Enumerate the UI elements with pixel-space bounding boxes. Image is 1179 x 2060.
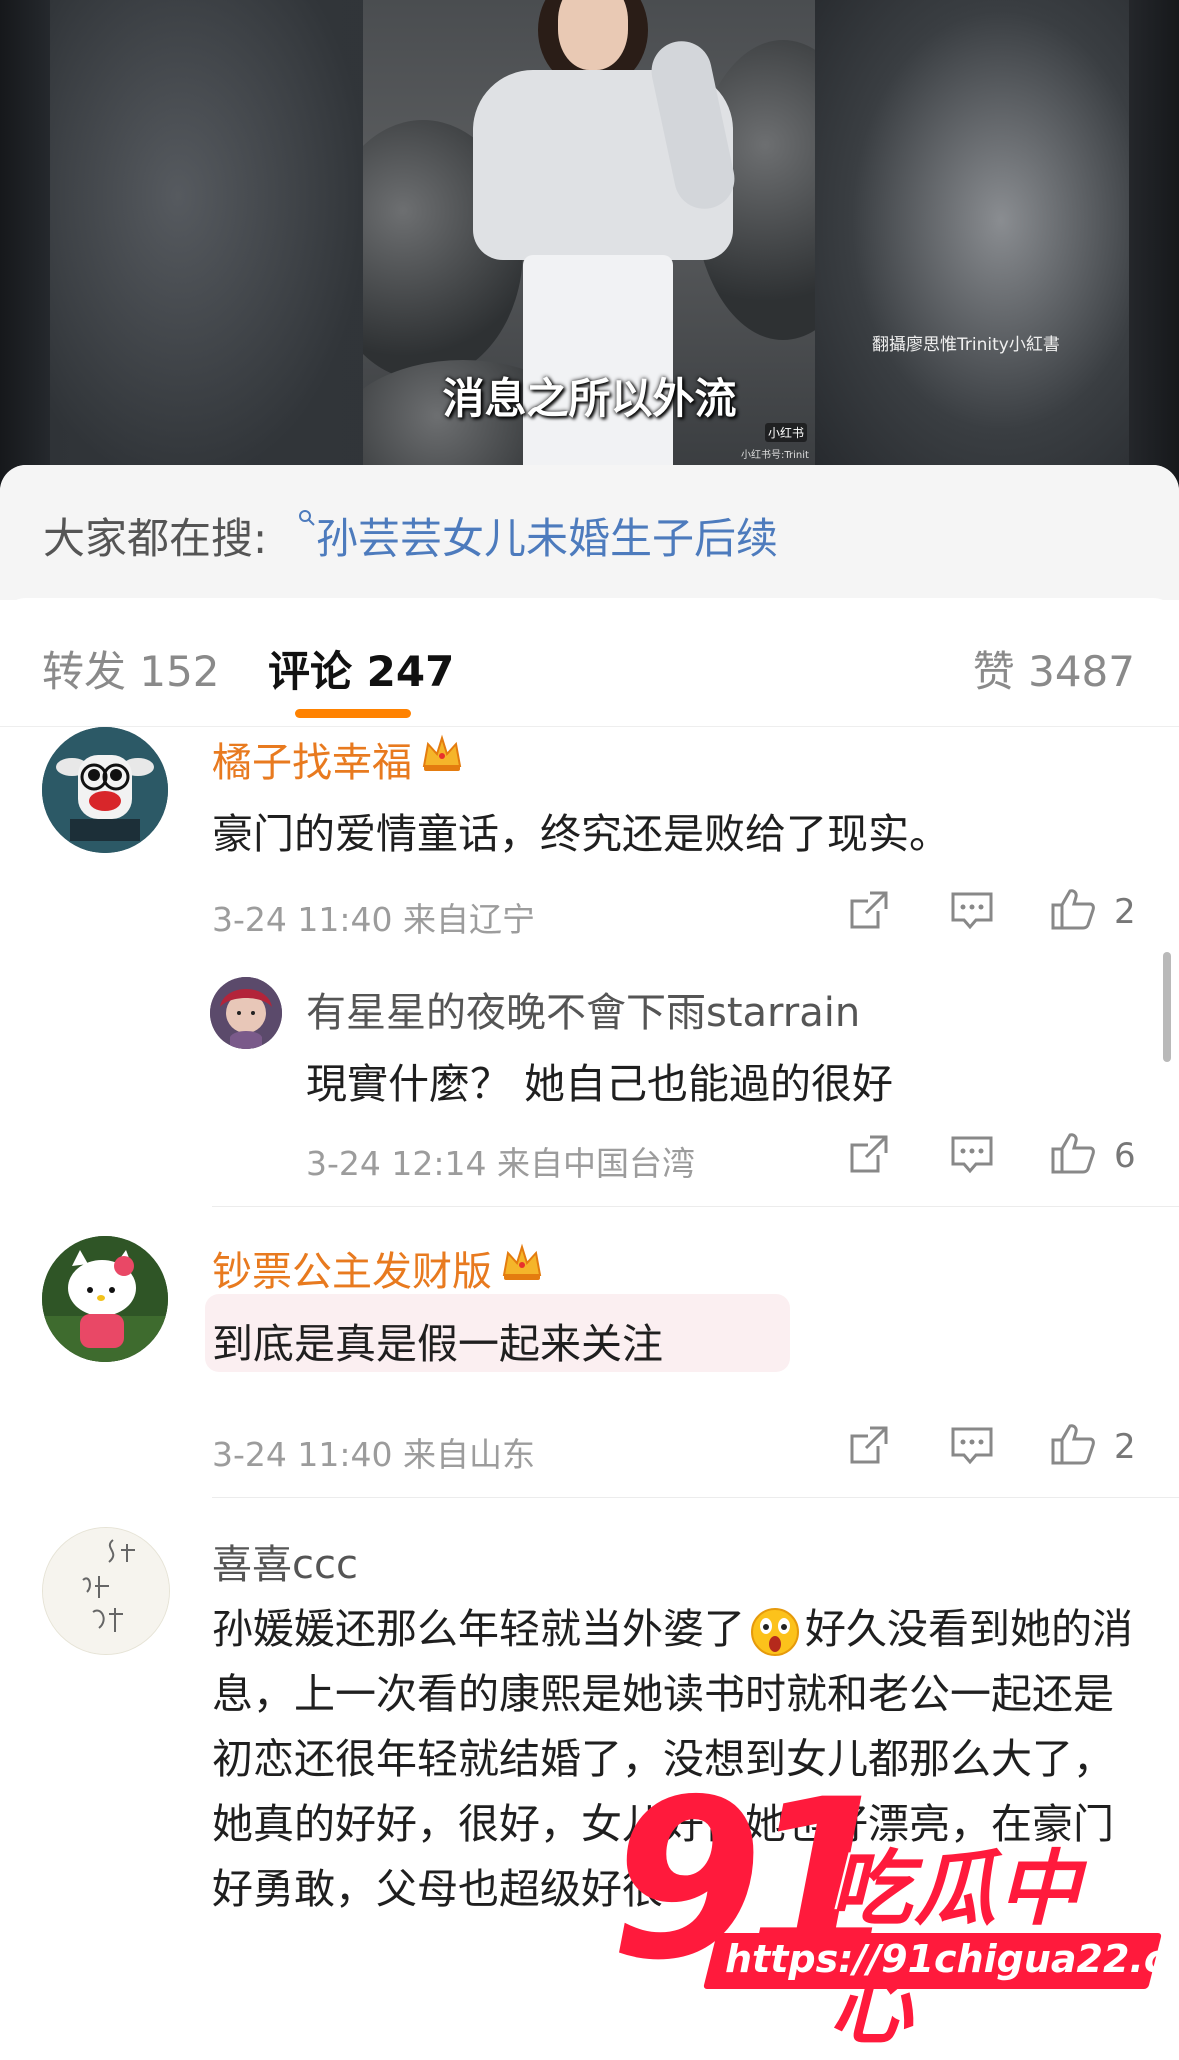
comment-icon[interactable] — [950, 1135, 994, 1175]
video-caption: 消息之所以外流 — [442, 374, 737, 423]
reply-username[interactable]: 有星星的夜晚不會下雨starrain — [306, 980, 860, 1038]
comment-text: 到底是真是假一起来关注 — [212, 1320, 663, 1368]
search-icon — [299, 510, 315, 526]
like-count: 2 — [1114, 1427, 1136, 1467]
comment-icon[interactable] — [950, 1426, 994, 1466]
username-text: 橘子找幸福 — [212, 740, 412, 786]
like-count: 6 — [1114, 1136, 1136, 1176]
tab-repost[interactable]: 转发 152 — [42, 638, 220, 699]
trending-search-label: 大家都在搜: — [43, 514, 268, 563]
crown-icon — [502, 1243, 542, 1280]
video-player[interactable]: 小红书 小红书号:Trinit 消息之所以外流 翻攝廖思惟Trinity小紅書 — [0, 0, 1179, 490]
scrollbar[interactable] — [1163, 952, 1171, 1062]
comment-text: 豪门的爱情童话，终究还是败给了现实。 — [212, 810, 950, 858]
avatar[interactable] — [42, 727, 168, 853]
trending-search-link[interactable]: 孙芸芸女儿未婚生子后续 — [298, 505, 778, 566]
divider — [212, 1206, 1179, 1207]
like-count: 2 — [1114, 892, 1136, 932]
trending-search-query: 孙芸芸女儿未婚生子后续 — [316, 514, 779, 563]
like-icon[interactable] — [1050, 887, 1096, 931]
reply-text: 現實什麼？ 她自己也能過的很好 — [306, 1060, 894, 1108]
share-icon[interactable] — [848, 889, 890, 931]
surprised-emoji-icon — [751, 1608, 799, 1656]
share-icon[interactable] — [848, 1133, 890, 1175]
reply-avatar[interactable] — [210, 977, 282, 1049]
username-text: 钞票公主发财版 — [212, 1249, 492, 1295]
comment-meta: 3-24 11:40 来自辽宁 — [212, 900, 535, 939]
xiaohongshu-id: 小红书号:Trinit — [741, 450, 809, 461]
site-watermark: 91 吃瓜中心 https://91chigua22.com — [600, 1770, 1179, 2056]
comment-username[interactable]: 橘子找幸福 — [212, 730, 464, 788]
share-icon[interactable] — [848, 1424, 890, 1466]
video-watermark: 翻攝廖思惟Trinity小紅書 — [872, 335, 1060, 355]
active-tab-indicator — [295, 709, 411, 718]
avatar[interactable] — [42, 1236, 168, 1362]
like-icon[interactable] — [1050, 1131, 1096, 1175]
comment-meta: 3-24 11:40 来自山东 — [212, 1435, 535, 1474]
watermark-url: https://91chigua22.com — [725, 1937, 1179, 1981]
comment-text-part: 好勇敢，父母也超级好很 — [212, 1865, 663, 1913]
tab-comments[interactable]: 评论 247 — [268, 638, 454, 699]
tab-likes[interactable]: 赞 3487 — [973, 638, 1135, 699]
comment-text-part: 孙媛媛还那么年轻就当外婆了 — [212, 1605, 745, 1653]
comment-username[interactable]: 钞票公主发财版 — [212, 1239, 544, 1297]
comment-username[interactable]: 喜喜ccc — [212, 1532, 358, 1590]
avatar[interactable] — [42, 1527, 170, 1655]
crown-icon — [422, 734, 462, 771]
reply-meta: 3-24 12:14 来自中国台湾 — [306, 1144, 695, 1183]
divider — [212, 1497, 1179, 1498]
like-icon[interactable] — [1050, 1422, 1096, 1466]
comment-icon[interactable] — [950, 891, 994, 931]
